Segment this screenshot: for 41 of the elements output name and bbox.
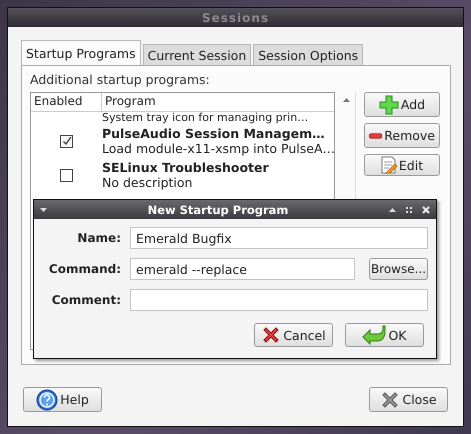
column-header[interactable]: Enabled xyxy=(31,93,102,111)
minus-icon xyxy=(369,132,382,140)
section-label: Additional startup programs: xyxy=(30,72,210,87)
plus-icon xyxy=(378,94,399,114)
cancel-button[interactable]: Cancel xyxy=(254,323,333,347)
program-description: Load module-x11-xsmp into PulseA… xyxy=(102,141,334,156)
field-label: Name: xyxy=(76,231,121,245)
checkbox[interactable] xyxy=(60,168,73,182)
edit-button[interactable]: Edit xyxy=(364,154,440,176)
ok-button[interactable]: OK xyxy=(345,323,424,347)
document-pencil-icon xyxy=(380,156,397,174)
close-button[interactable]: Close xyxy=(369,387,448,412)
program-description: System tray icon for managing prin… xyxy=(102,112,308,124)
help-icon xyxy=(36,388,58,410)
checkbox[interactable] xyxy=(60,134,73,148)
cross-icon xyxy=(261,325,282,345)
close-icon[interactable] xyxy=(422,206,430,214)
arrow-icon xyxy=(362,325,386,345)
field-label: Command: xyxy=(48,262,121,276)
window-title: Sessions xyxy=(202,10,270,24)
input-field[interactable] xyxy=(130,289,428,311)
column-header[interactable]: Program xyxy=(102,93,159,111)
remove-button[interactable]: Remove xyxy=(364,123,440,148)
tab[interactable]: Session Options xyxy=(253,44,364,65)
input-field[interactable]: Emerald Bugfix xyxy=(130,227,428,249)
scroll-up-icon[interactable] xyxy=(343,98,350,102)
program-description: No description xyxy=(102,175,194,190)
field-label: Comment: xyxy=(50,293,121,307)
program-name: PulseAudio Session Managem… xyxy=(102,126,326,141)
add-button[interactable]: Add xyxy=(364,92,440,117)
menu-icon[interactable] xyxy=(40,208,47,212)
grip-icon[interactable] xyxy=(406,206,412,212)
shade-icon[interactable] xyxy=(389,208,396,212)
program-name: SELinux Troubleshooter xyxy=(102,160,269,175)
tab[interactable]: Current Session xyxy=(142,44,252,65)
close-icon xyxy=(380,390,400,410)
browse-button[interactable]: Browse... xyxy=(369,258,428,280)
tab[interactable]: Startup Programs xyxy=(21,40,141,65)
input-field[interactable]: emerald --replace xyxy=(130,258,355,280)
help-button[interactable]: Help xyxy=(23,387,102,412)
dialog-title: New Startup Program xyxy=(146,202,290,216)
